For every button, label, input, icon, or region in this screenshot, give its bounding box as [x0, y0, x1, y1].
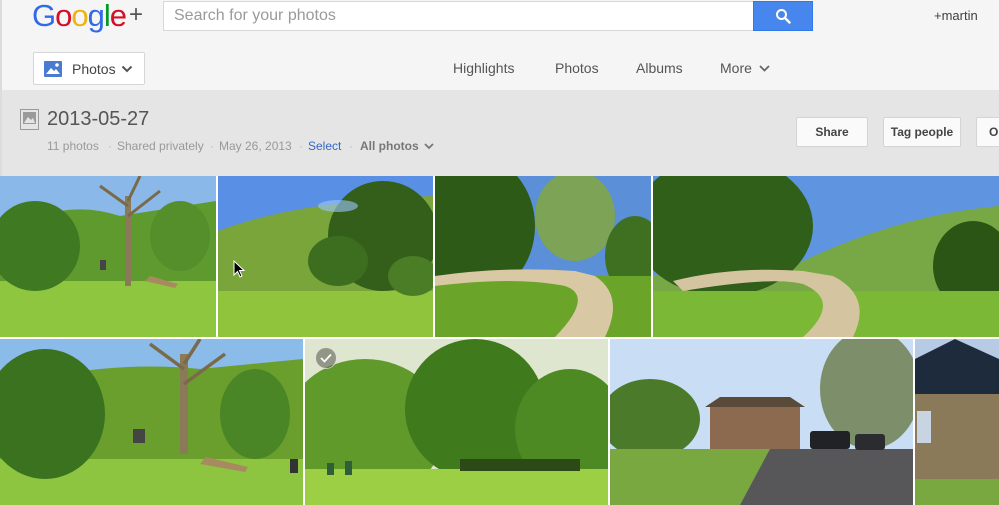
- more-actions-button[interactable]: Or: [976, 117, 999, 147]
- search-input[interactable]: [163, 1, 754, 31]
- logo-letter: e: [109, 0, 127, 33]
- separator: ·: [349, 139, 353, 153]
- google-plus-logo[interactable]: Google +: [32, 0, 143, 34]
- photo-thumbnail[interactable]: [0, 339, 303, 505]
- logo-letter: o: [55, 0, 72, 33]
- separator: ·: [108, 139, 112, 153]
- logo-plus: +: [129, 1, 144, 28]
- selected-check-icon[interactable]: [315, 347, 337, 369]
- logo-letter: o: [71, 0, 88, 33]
- separator: ·: [299, 139, 303, 153]
- all-photos-label: All photos: [360, 139, 419, 153]
- separator: ·: [210, 139, 214, 153]
- photo-thumbnail[interactable]: [218, 176, 433, 337]
- top-bar: Google+ +martin Photos Highlights Photos…: [0, 0, 999, 90]
- photo-thumbnail[interactable]: [435, 176, 651, 337]
- select-link[interactable]: Select: [308, 139, 341, 153]
- chevron-down-icon: [121, 65, 132, 72]
- nav-photos[interactable]: Photos: [555, 60, 599, 76]
- photo-thumbnail[interactable]: [0, 176, 216, 337]
- search-icon: [776, 9, 791, 24]
- photo-thumbnail[interactable]: [305, 339, 608, 505]
- search-bar: [163, 1, 813, 31]
- logo-letter: G: [32, 0, 56, 33]
- all-photos-filter[interactable]: All photos: [360, 139, 434, 153]
- photos-dropdown-label: Photos: [72, 60, 116, 77]
- search-button[interactable]: [753, 1, 813, 31]
- album-date: May 26, 2013: [219, 139, 292, 153]
- album-header: 2013-05-27 11 photos · Shared privately …: [0, 90, 999, 176]
- photo-thumbnail[interactable]: [915, 339, 999, 505]
- photo-thumbnail[interactable]: [653, 176, 999, 337]
- nav-highlights[interactable]: Highlights: [453, 60, 514, 76]
- sharing-status: Shared privately: [117, 139, 204, 153]
- share-button[interactable]: Share: [796, 117, 868, 147]
- tag-people-button[interactable]: Tag people: [883, 117, 961, 147]
- photo-thumbnail[interactable]: [610, 339, 913, 505]
- chevron-down-icon: [759, 64, 770, 72]
- album-icon: [20, 109, 39, 130]
- photo-icon: [44, 60, 62, 77]
- photos-dropdown[interactable]: Photos: [33, 52, 145, 85]
- nav-more-label: More: [720, 60, 752, 76]
- nav-albums[interactable]: Albums: [636, 60, 683, 76]
- nav-more[interactable]: More: [720, 60, 770, 76]
- logo-letter: g: [87, 0, 105, 33]
- photo-count: 11 photos: [47, 139, 99, 153]
- user-profile-link[interactable]: +martin: [934, 8, 978, 23]
- chevron-down-icon: [424, 142, 434, 149]
- album-title: 2013-05-27: [47, 108, 150, 130]
